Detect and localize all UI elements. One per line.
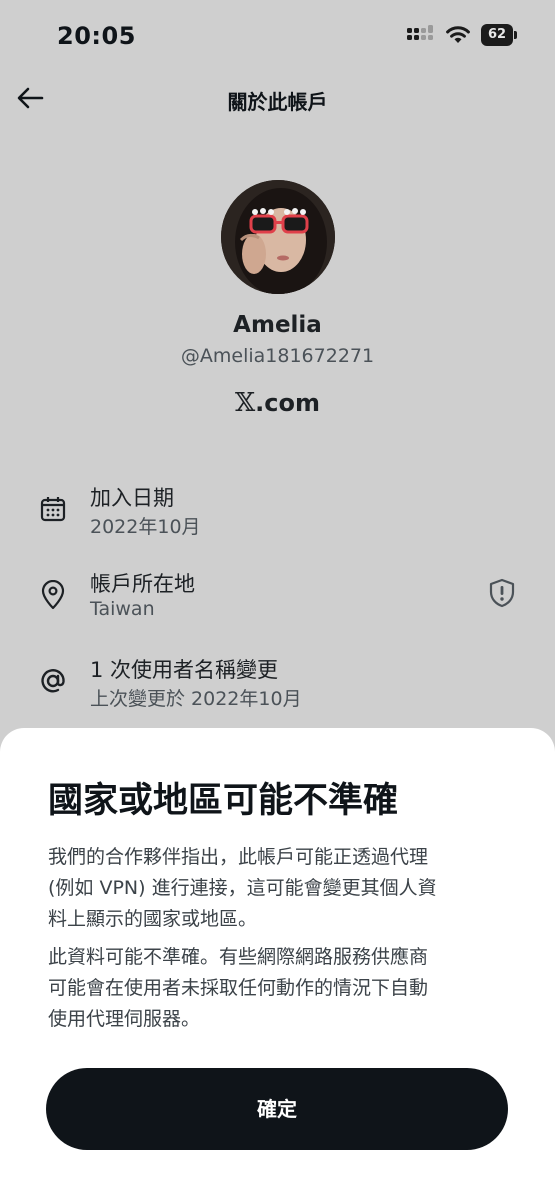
location-value: Taiwan [90, 598, 155, 620]
status-time: 20:05 [57, 22, 136, 50]
sheet-paragraph-1: 我們的合作夥伴指出，此帳戶可能正透過代理 (例如 VPN) 進行連接，這可能會變… [48, 842, 513, 935]
battery-level: 62 [481, 24, 513, 46]
sheet-paragraph-2-line: 使用代理伺服器。 [48, 1008, 201, 1030]
info-row-username-changes: 1 次使用者名稱變更 上次變更於 2022年10月 [0, 650, 555, 720]
calendar-icon [36, 492, 70, 526]
sheet-title: 國家或地區可能不準確 [48, 781, 399, 821]
sheet-paragraph-2: 此資料可能不準確。有些網際網路服務供應商 可能會在使用者未採取任何動作的情況下自… [48, 942, 513, 1035]
at-sign-icon [36, 664, 70, 698]
handle: @Amelia181672271 [180, 345, 375, 367]
joined-value: 2022年10月 [90, 516, 201, 538]
site-domain: .com [255, 389, 321, 417]
confirm-button[interactable]: 確定 [46, 1068, 508, 1150]
sheet-paragraph-1-line: 我們的合作夥伴指出，此帳戶可能正透過代理 [48, 846, 429, 868]
display-name: Amelia [233, 312, 322, 338]
status-icons: 62 [407, 24, 517, 46]
sheet-paragraph-1-line: 料上顯示的國家或地區。 [48, 908, 258, 930]
avatar[interactable] [221, 180, 335, 294]
header: 關於此帳戶 [0, 78, 555, 122]
site-label: 𝕏.com [0, 388, 555, 418]
info-row-location: 帳戶所在地 Taiwan [0, 564, 555, 634]
status-bar: 20:05 62 [0, 0, 555, 70]
sheet-paragraph-1-line: (例如 VPN) 進行連接，這可能會變更其個人資 [48, 877, 437, 899]
location-label: 帳戶所在地 [90, 572, 195, 596]
x-logo-icon: 𝕏 [234, 388, 256, 418]
signal-icon [407, 25, 435, 45]
battery-icon: 62 [481, 24, 517, 46]
page-title: 關於此帳戶 [227, 90, 328, 114]
sheet-paragraph-2-line: 此資料可能不準確。有些網際網路服務供應商 [48, 946, 429, 968]
location-info-button[interactable] [485, 578, 519, 612]
username-changes-value: 上次變更於 2022年10月 [90, 688, 302, 710]
shield-alert-icon [488, 578, 516, 612]
bottom-sheet: 國家或地區可能不準確 我們的合作夥伴指出，此帳戶可能正透過代理 (例如 VPN)… [0, 728, 555, 1200]
sheet-paragraph-2-line: 可能會在使用者未採取任何動作的情況下自動 [48, 977, 429, 999]
info-row-joined: 加入日期 2022年10月 [0, 478, 555, 548]
location-pin-icon [36, 578, 70, 612]
username-changes-label: 1 次使用者名稱變更 [90, 658, 279, 682]
joined-label: 加入日期 [90, 486, 174, 510]
wifi-icon [445, 25, 471, 45]
